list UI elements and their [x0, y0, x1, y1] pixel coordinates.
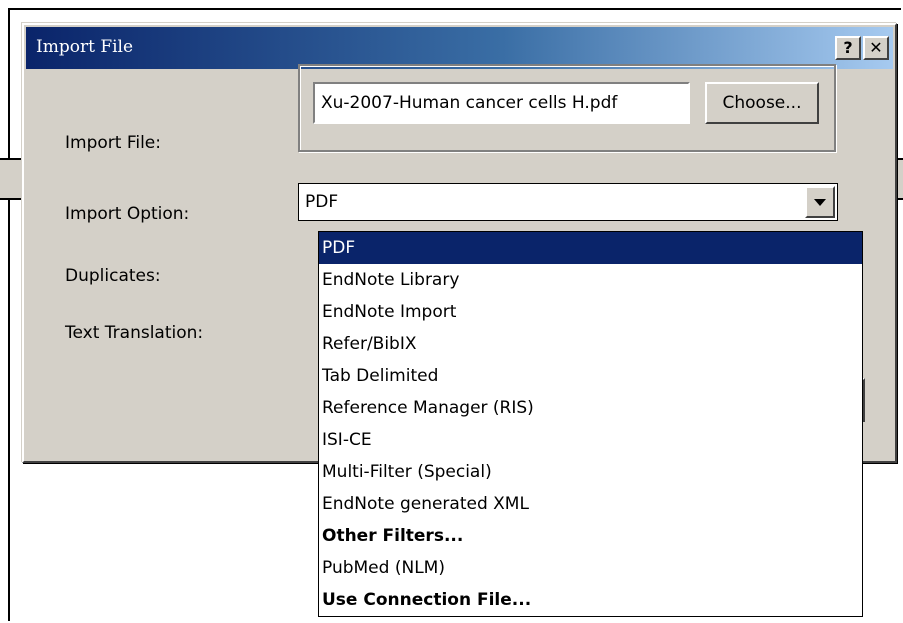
- duplicates-label: Duplicates:: [65, 266, 161, 286]
- title-bar[interactable]: Import File ? ✕: [26, 27, 893, 69]
- dropdown-option[interactable]: PDF: [319, 232, 862, 264]
- dropdown-option[interactable]: Tab Delimited: [319, 360, 862, 392]
- close-button[interactable]: ✕: [863, 36, 889, 60]
- import-option-dropdown-list: PDF EndNote Library EndNote Import Refer/Bi…: [318, 231, 863, 617]
- import-option-select[interactable]: PDF: [298, 183, 838, 221]
- dropdown-option[interactable]: EndNote Library: [319, 264, 862, 296]
- dropdown-option[interactable]: Refer/BibIX: [319, 328, 862, 360]
- dropdown-arrow-button[interactable]: [805, 186, 835, 218]
- choose-button[interactable]: Choose...: [705, 82, 819, 124]
- dropdown-option[interactable]: Multi-Filter (Special): [319, 456, 862, 488]
- dropdown-option[interactable]: EndNote generated XML: [319, 488, 862, 520]
- import-option-value: PDF: [305, 192, 339, 212]
- dropdown-option[interactable]: Use Connection File...: [319, 584, 862, 616]
- chevron-down-icon: [814, 199, 826, 206]
- dropdown-option[interactable]: ISI-CE: [319, 424, 862, 456]
- dropdown-option[interactable]: Reference Manager (RIS): [319, 392, 862, 424]
- dropdown-option[interactable]: Other Filters...: [319, 520, 862, 552]
- import-file-field[interactable]: Xu-2007-Human cancer cells H.pdf: [313, 82, 690, 124]
- dropdown-option[interactable]: PubMed (NLM): [319, 552, 862, 584]
- help-button[interactable]: ?: [835, 36, 861, 60]
- import-option-label: Import Option:: [65, 204, 190, 224]
- dropdown-option[interactable]: EndNote Import: [319, 296, 862, 328]
- dialog-title: Import File: [36, 37, 134, 57]
- text-translation-label: Text Translation:: [65, 323, 204, 343]
- import-file-label: Import File:: [65, 133, 161, 153]
